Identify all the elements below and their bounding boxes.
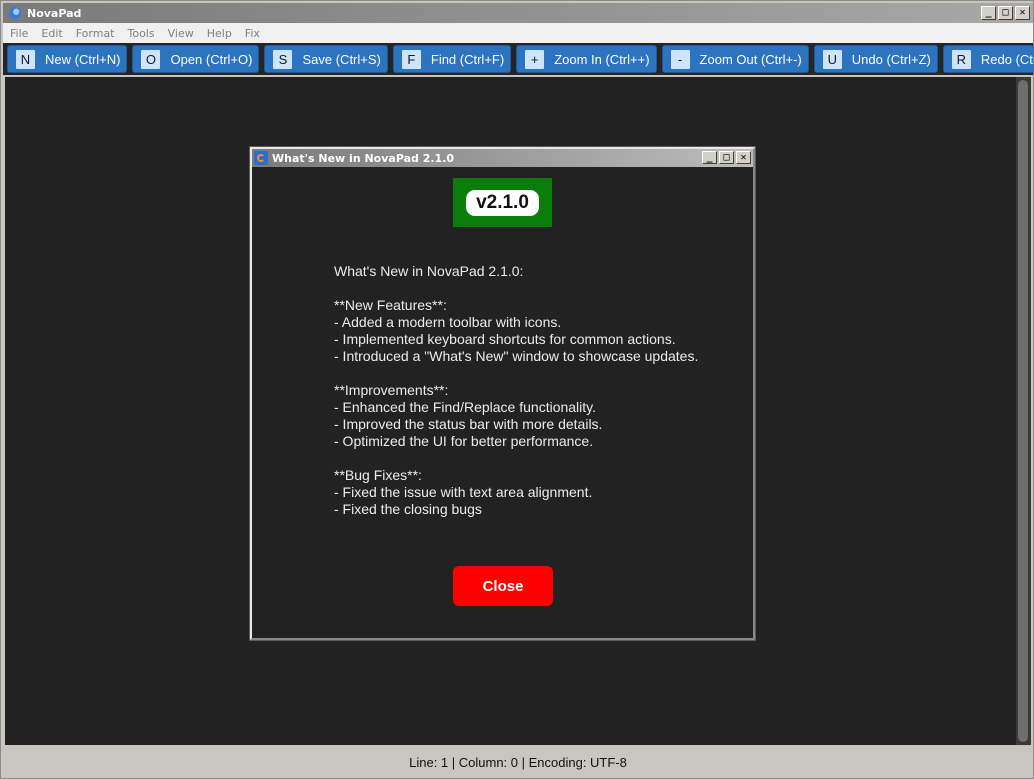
redo-button[interactable]: R Redo (Ctrl+Y) (942, 45, 1034, 73)
undo-button[interactable]: U Undo (Ctrl+Z) (813, 45, 938, 73)
menubar: File Edit Format Tools View Help Fix (3, 23, 1033, 43)
find-button[interactable]: F Find (Ctrl+F) (392, 45, 512, 73)
find-key-icon: F (401, 49, 421, 69)
menu-file[interactable]: File (3, 27, 34, 40)
dialog-app-icon (254, 151, 268, 165)
minimize-button[interactable]: _ (981, 6, 996, 20)
maximize-button[interactable]: □ (998, 6, 1013, 20)
dialog-title: What's New in NovaPad 2.1.0 (272, 151, 455, 165)
save-button-label: Save (Ctrl+S) (302, 51, 381, 67)
dialog-controls: _ □ ✕ (702, 151, 751, 164)
close-button-label: Close (482, 577, 524, 595)
notes-item: - Optimized the UI for better performanc… (334, 433, 594, 449)
zoom-in-button-label: Zoom In (Ctrl++) (554, 51, 650, 67)
window-titlebar[interactable]: NovaPad _ □ ✕ (3, 3, 1033, 23)
window-controls: _ □ ✕ (981, 6, 1030, 20)
version-label: v2.1.0 (466, 189, 539, 216)
redo-key-icon: R (951, 49, 971, 69)
notes-section-heading: **Bug Fixes**: (334, 467, 422, 483)
close-button[interactable]: Close (453, 566, 553, 606)
dialog-titlebar[interactable]: What's New in NovaPad 2.1.0 _ □ ✕ (252, 149, 753, 167)
toolbar: N New (Ctrl+N) O Open (Ctrl+O) S Save (C… (3, 43, 1034, 75)
new-button-label: New (Ctrl+N) (45, 51, 121, 67)
window-title: NovaPad (27, 6, 82, 20)
notes-section-heading: **New Features**: (334, 297, 447, 313)
zoom-out-key-icon: - (670, 49, 690, 69)
menu-view[interactable]: View (161, 27, 200, 40)
menu-edit[interactable]: Edit (34, 27, 68, 40)
whats-new-dialog: What's New in NovaPad 2.1.0 _ □ ✕ v2.1.0… (249, 146, 756, 641)
save-key-icon: S (273, 49, 293, 69)
zoom-out-button[interactable]: - Zoom Out (Ctrl+-) (661, 45, 809, 73)
zoom-in-button[interactable]: + Zoom In (Ctrl++) (516, 45, 657, 73)
notes-blank-line (334, 365, 734, 382)
menu-tools[interactable]: Tools (121, 27, 161, 40)
app-icon (9, 7, 21, 19)
menu-format[interactable]: Format (69, 27, 121, 40)
zoom-in-key-icon: + (525, 49, 545, 69)
notes-item: - Fixed the issue with text area alignme… (334, 484, 593, 500)
new-key-icon: N (16, 49, 35, 69)
release-notes: What's New in NovaPad 2.1.0: **New Featu… (334, 263, 734, 518)
notes-item: - Introduced a "What's New" window to sh… (334, 348, 699, 364)
notes-heading: What's New in NovaPad 2.1.0: (334, 263, 524, 279)
open-key-icon: O (141, 49, 161, 69)
redo-button-label: Redo (Ctrl+Y) (980, 51, 1034, 67)
menu-help[interactable]: Help (200, 27, 238, 40)
status-bar: Line: 1 | Column: 0 | Encoding: UTF-8 (3, 747, 1033, 777)
notes-blank-line (334, 280, 734, 297)
menu-fix[interactable]: Fix (238, 27, 266, 40)
notes-item: - Added a modern toolbar with icons. (334, 314, 562, 330)
dialog-close-icon-button[interactable]: ✕ (736, 151, 751, 164)
notes-item: - Enhanced the Find/Replace functionalit… (334, 399, 597, 415)
undo-key-icon: U (822, 49, 842, 69)
status-text: Line: 1 | Column: 0 | Encoding: UTF-8 (409, 754, 627, 770)
close-window-button[interactable]: ✕ (1015, 6, 1030, 20)
dialog-maximize-button[interactable]: □ (719, 151, 734, 164)
notes-section-heading: **Improvements**: (334, 382, 449, 398)
open-button[interactable]: O Open (Ctrl+O) (132, 45, 260, 73)
notes-blank-line (334, 450, 734, 467)
find-button-label: Find (Ctrl+F) (430, 51, 505, 67)
undo-button-label: Undo (Ctrl+Z) (851, 51, 931, 67)
notes-item: - Improved the status bar with more deta… (334, 416, 603, 432)
novapad-window: NovaPad _ □ ✕ File Edit Format Tools Vie… (0, 0, 1034, 779)
open-button-label: Open (Ctrl+O) (170, 51, 253, 67)
vertical-scrollbar[interactable] (1016, 77, 1031, 745)
zoom-out-button-label: Zoom Out (Ctrl+-) (699, 51, 802, 67)
notes-item: - Fixed the closing bugs (334, 501, 482, 517)
dialog-minimize-button[interactable]: _ (702, 151, 717, 164)
new-button[interactable]: N New (Ctrl+N) (7, 45, 128, 73)
notes-item: - Implemented keyboard shortcuts for com… (334, 331, 676, 347)
version-badge: v2.1.0 (453, 178, 552, 227)
save-button[interactable]: S Save (Ctrl+S) (264, 45, 388, 73)
scrollbar-thumb[interactable] (1018, 80, 1028, 742)
